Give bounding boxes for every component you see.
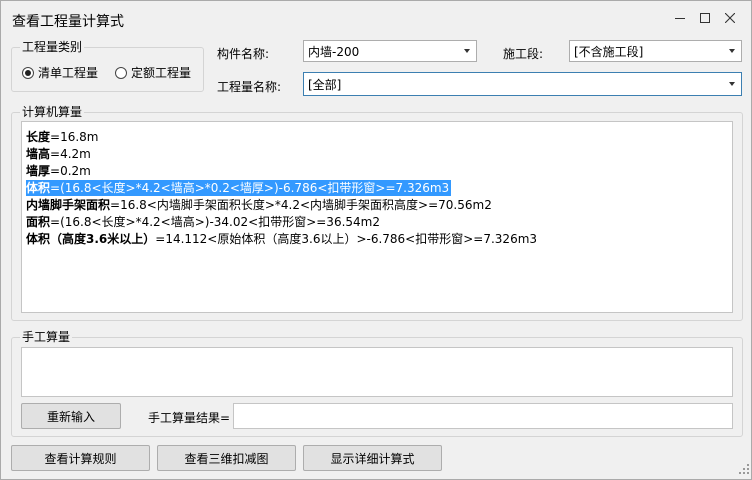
- show-detailed-formula-button[interactable]: 显示详细计算式: [303, 445, 442, 471]
- radio-list-quantity-circle[interactable]: [22, 66, 34, 79]
- view-calc-rules-button[interactable]: 查看计算规则: [11, 445, 150, 471]
- manual-result-label: 手工算量结果=: [148, 411, 231, 425]
- calc-line-volume-selected: 体积=(16.8<长度>*4.2<墙高>*0.2<墙厚>)-6.786<扣带形窗…: [26, 180, 452, 196]
- maximize-icon[interactable]: [694, 7, 716, 29]
- calc-line-wall-height: 墙高=4.2m: [26, 147, 91, 161]
- calc-line-volume-above-3-6m: 体积（高度3.6米以上）=14.112<原始体积（高度3.6以上）>-6.786…: [26, 232, 538, 246]
- component-name-label: 构件名称:: [217, 47, 270, 61]
- quantity-name-value: [全部]: [308, 77, 342, 92]
- computer-calc-text[interactable]: 长度=16.8m 墙高=4.2m 墙厚=0.2m 体积=(16.8<长度>*4.…: [21, 121, 733, 313]
- manual-calc-group: 手工算量 重新输入 手工算量结果=: [11, 330, 743, 437]
- construction-segment-select[interactable]: [不含施工段]: [569, 40, 742, 62]
- quantity-category-group: 工程量类别 清单工程量 定额工程量: [11, 40, 204, 92]
- manual-result-field[interactable]: [233, 403, 733, 429]
- component-name-value: 内墙-200: [308, 44, 360, 59]
- window-title: 查看工程量计算式: [12, 14, 124, 30]
- calc-line-area: 面积=(16.8<长度>*4.2<墙高>)-34.02<扣带形窗>=36.54m…: [26, 215, 380, 229]
- manual-calc-input[interactable]: [21, 347, 733, 397]
- radio-list-quantity[interactable]: 清单工程量: [22, 64, 98, 81]
- construction-segment-value: [不含施工段]: [574, 44, 644, 59]
- calc-line-length: 长度=16.8m: [26, 130, 99, 144]
- resize-grip-icon[interactable]: [739, 463, 749, 477]
- minimize-icon[interactable]: [669, 7, 691, 29]
- radio-quota-quantity-label: 定额工程量: [131, 66, 192, 80]
- title-bar[interactable]: 查看工程量计算式: [1, 1, 751, 37]
- manual-calc-legend: 手工算量: [20, 330, 73, 344]
- construction-segment-label: 施工段:: [503, 47, 544, 61]
- radio-selected-dot: [25, 69, 31, 76]
- computer-calc-group: 计算机算量 长度=16.8m 墙高=4.2m 墙厚=0.2m 体积=(16.8<…: [11, 105, 743, 321]
- radio-list-quantity-label: 清单工程量: [38, 66, 99, 80]
- chevron-down-icon[interactable]: [729, 49, 735, 53]
- component-name-select[interactable]: 内墙-200: [303, 40, 477, 62]
- radio-quota-quantity-circle[interactable]: [115, 66, 127, 79]
- quantity-name-select[interactable]: [全部]: [303, 72, 742, 96]
- quantity-category-legend: 工程量类别: [20, 40, 85, 54]
- calc-line-scaffold-area: 内墙脚手架面积=16.8<内墙脚手架面积长度>*4.2<内墙脚手架面积高度>=7…: [26, 198, 492, 212]
- computer-calc-legend: 计算机算量: [20, 105, 85, 119]
- calc-line-wall-thickness: 墙厚=0.2m: [26, 164, 91, 178]
- dialog-window: 查看工程量计算式 工程量类别 清单工程量 定额工程量 构件名称: 内墙-200 …: [0, 0, 752, 480]
- quantity-name-label: 工程量名称:: [217, 80, 282, 94]
- reenter-button[interactable]: 重新输入: [21, 403, 121, 429]
- radio-quota-quantity[interactable]: 定额工程量: [115, 64, 191, 81]
- chevron-down-icon[interactable]: [464, 49, 470, 53]
- view-3d-deduction-button[interactable]: 查看三维扣减图: [157, 445, 296, 471]
- close-icon[interactable]: [719, 7, 741, 29]
- chevron-down-icon[interactable]: [729, 82, 735, 86]
